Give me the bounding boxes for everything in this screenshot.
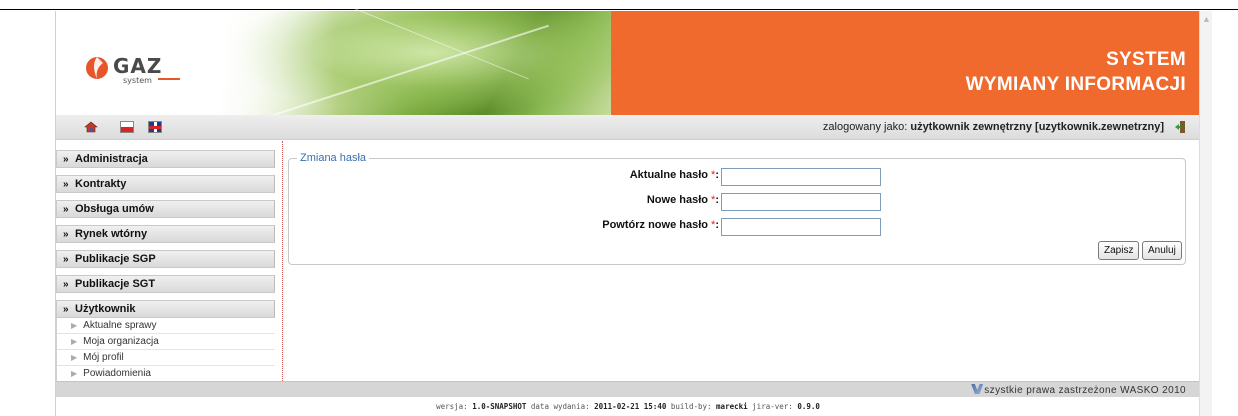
sidebar-item-label: Kontrakty (75, 178, 127, 190)
pl-flag-icon[interactable] (120, 121, 134, 133)
sidebar-item-label: Administracja (75, 153, 148, 165)
label-colon: : (715, 169, 719, 181)
sidebar-item-uzytkownik[interactable]: » Użytkownik (56, 300, 275, 318)
uk-flag-icon[interactable] (148, 121, 162, 133)
new-password-input[interactable] (721, 193, 881, 211)
version-label: wersja: (436, 402, 468, 411)
current-password-row: Aktualne hasło *: (289, 167, 719, 185)
build-label: build-by: (670, 402, 712, 411)
sidebar-item-publikacje-sgt[interactable]: » Publikacje SGT (56, 275, 275, 293)
app-frame: GAZ system SYSTEM WYMIANY INFORMACJI zal… (55, 3, 1200, 416)
sidebar-submenu-uzytkownik: ▶ Aktualne sprawy ▶ Moja organizacja ▶ Mój … (56, 318, 275, 382)
bullet-icon: ▶ (71, 369, 78, 378)
new-password-label: Nowe hasło *: (647, 194, 719, 206)
submenu-item-label: Moja organizacja (83, 336, 159, 347)
submenu-item-aktualne-sprawy[interactable]: ▶ Aktualne sprawy (57, 318, 275, 334)
label-colon: : (715, 219, 719, 231)
repeat-password-input[interactable] (721, 218, 881, 236)
logo-subtext: system (123, 76, 152, 85)
sidebar-divider (282, 141, 283, 389)
current-password-label: Aktualne hasło *: (630, 169, 719, 181)
copyright-text: szystkie prawa zastrzeżone WASKO 2010 (971, 384, 1186, 396)
save-button[interactable]: Zapisz (1098, 241, 1140, 260)
bullet-icon: ▶ (71, 337, 78, 346)
home-icon[interactable] (84, 121, 98, 133)
system-title: SYSTEM WYMIANY INFORMACJI (966, 47, 1186, 97)
header-orange-panel: SYSTEM WYMIANY INFORMACJI (611, 11, 1200, 115)
new-password-row: Nowe hasło *: (289, 192, 719, 210)
repeat-password-row: Powtórz nowe hasło *: (289, 217, 719, 235)
logged-in-info: zalogowany jako: użytkownik zewnętrzny [… (823, 121, 1164, 133)
scroll-up-arrow-icon[interactable]: ▲ (1202, 15, 1211, 24)
sidebar-item-label: Rynek wtórny (75, 228, 148, 240)
build-by: marecki (716, 402, 748, 411)
sidebar-menu: » Administracja » Kontrakty » Obsługa umów … (56, 150, 275, 382)
label-colon: : (715, 194, 719, 206)
chevron-down-icon: » (63, 254, 69, 265)
system-title-line2: WYMIANY INFORMACJI (965, 74, 1186, 95)
sidebar-item-kontrakty[interactable]: » Kontrakty (56, 175, 275, 193)
gaz-system-logo: GAZ system (86, 54, 180, 85)
bullet-icon: ▶ (71, 353, 78, 362)
chevron-down-icon: » (63, 279, 69, 290)
logout-icon[interactable] (1174, 120, 1186, 134)
footer-bar: szystkie prawa zastrzeżone WASKO 2010 (56, 381, 1200, 397)
cancel-button[interactable]: Anuluj (1142, 241, 1182, 260)
jira-label: jira-ver: (752, 402, 793, 411)
submenu-item-label: Powiadomienia (83, 368, 151, 379)
submenu-item-label: Aktualne sprawy (83, 320, 157, 331)
logo-text: GAZ (113, 54, 162, 78)
chevron-down-icon: » (63, 204, 69, 215)
sidebar-item-label: Użytkownik (75, 303, 136, 315)
sidebar-item-label: Publikacje SGP (75, 253, 156, 265)
chevron-down-icon: » (63, 154, 69, 165)
sidebar-item-label: Obsługa umów (75, 203, 154, 215)
bullet-icon: ▶ (71, 321, 78, 330)
version-info: wersja: 1.0-SNAPSHOT data wydania: 2011-… (56, 402, 1200, 411)
window-top-edge (0, 0, 1238, 10)
release-date: 2011-02-21 15:40 (594, 402, 667, 411)
current-password-input[interactable] (721, 168, 881, 186)
chevron-down-icon: » (63, 179, 69, 190)
chevron-right-icon: » (63, 304, 69, 315)
jira-version: 0.9.0 (797, 402, 820, 411)
logged-in-user: użytkownik zewnętrzny [uzytkownik.zewnet… (910, 121, 1164, 133)
logged-in-label: zalogowany jako: (822, 121, 908, 133)
field-label-text: Nowe hasło (646, 194, 708, 206)
submenu-item-powiadomienia[interactable]: ▶ Powiadomienia (57, 366, 275, 382)
change-password-form: Zmiana hasła Aktualne hasło *: Nowe hasł… (288, 152, 1186, 265)
submenu-item-moj-profil[interactable]: ▶ Mój profil (57, 350, 275, 366)
submenu-item-label: Mój profil (83, 352, 124, 363)
page-header: GAZ system SYSTEM WYMIANY INFORMACJI (56, 3, 1200, 120)
field-label-text: Powtórz nowe hasło (602, 219, 708, 231)
sidebar-item-label: Publikacje SGT (75, 278, 156, 290)
vertical-scrollbar[interactable]: ▲ (1199, 11, 1212, 416)
chevron-down-icon: » (63, 229, 69, 240)
sidebar-item-administracja[interactable]: » Administracja (56, 150, 275, 168)
submenu-item-moja-organizacja[interactable]: ▶ Moja organizacja (57, 334, 275, 350)
field-label-text: Aktualne hasło (629, 169, 708, 181)
system-title-line1: SYSTEM (1106, 49, 1186, 70)
release-label: data wydania: (530, 402, 590, 411)
version-value: 1.0-SNAPSHOT (472, 402, 527, 411)
form-legend: Zmiana hasła (297, 152, 370, 164)
sidebar-item-rynek-wtorny[interactable]: » Rynek wtórny (56, 225, 275, 243)
top-toolbar: zalogowany jako: użytkownik zewnętrzny [… (56, 115, 1200, 140)
copyright-label: szystkie prawa zastrzeżone WASKO 2010 (984, 385, 1186, 396)
repeat-password-label: Powtórz nowe hasło *: (602, 219, 719, 231)
sidebar-item-obsluga-umow[interactable]: » Obsługa umów (56, 200, 275, 218)
sidebar-item-publikacje-sgp[interactable]: » Publikacje SGP (56, 250, 275, 268)
wasko-logo-icon (971, 384, 984, 394)
